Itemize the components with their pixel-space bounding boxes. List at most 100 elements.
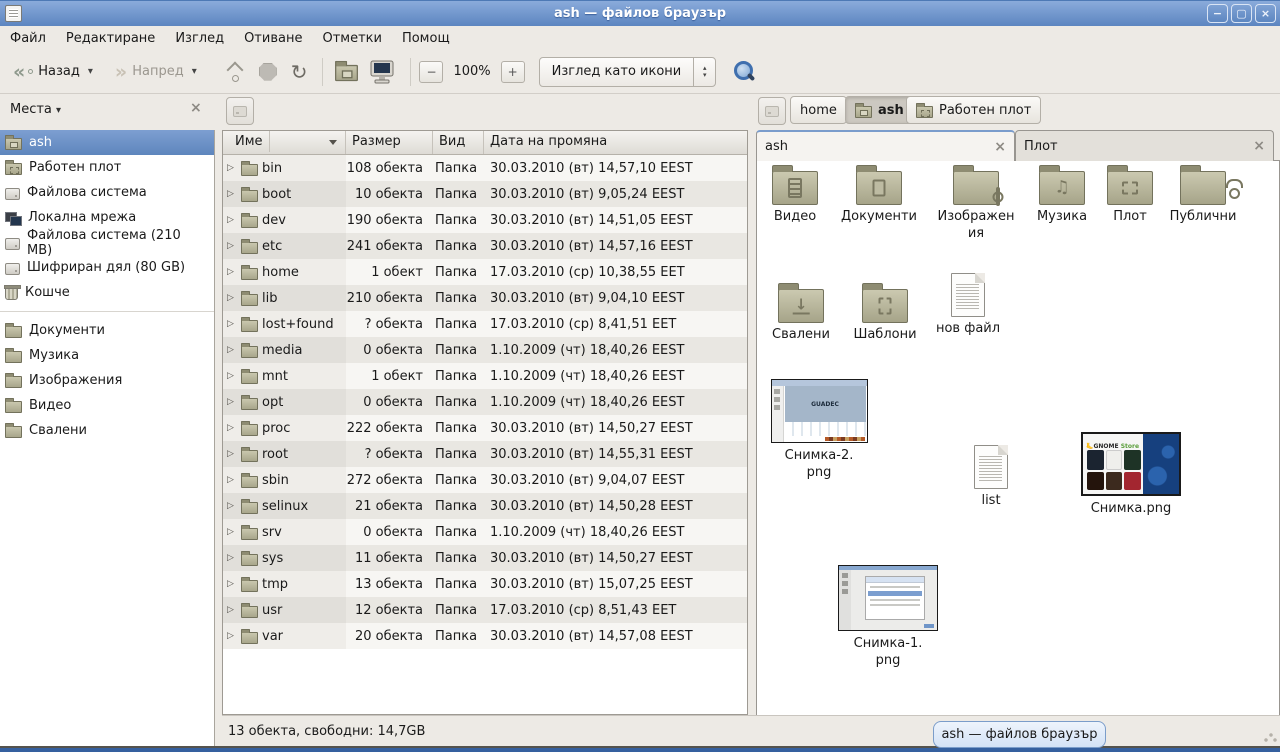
- back-dropdown-icon[interactable]: ▾: [88, 66, 93, 77]
- icon-public-folder[interactable]: Публични: [1160, 161, 1246, 225]
- table-row[interactable]: ▷selinux21 обектаПапка30.03.2010 (вт) 14…: [223, 493, 747, 519]
- table-row[interactable]: ▷usr12 обектаПапка17.03.2010 (ср) 8,51,4…: [223, 597, 747, 623]
- expander-icon[interactable]: ▷: [227, 579, 237, 589]
- search-button[interactable]: [732, 59, 756, 85]
- expander-icon[interactable]: ▷: [227, 267, 237, 277]
- places-dropdown-icon[interactable]: ▾: [56, 105, 61, 116]
- expander-icon[interactable]: ▷: [227, 293, 237, 303]
- table-row[interactable]: ▷mnt1 обектПапка1.10.2009 (чт) 18,40,26 …: [223, 363, 747, 389]
- sidebar-item-video[interactable]: Видео: [0, 393, 214, 418]
- expander-icon[interactable]: ▷: [227, 371, 237, 381]
- expander-icon[interactable]: ▷: [227, 345, 237, 355]
- icon-snimka1-png[interactable]: Снимка-1. png: [836, 565, 940, 669]
- expander-icon[interactable]: ▷: [227, 397, 237, 407]
- expander-icon[interactable]: ▷: [227, 449, 237, 459]
- expander-icon[interactable]: ▷: [227, 475, 237, 485]
- sidebar-item-pictures[interactable]: Изображения: [0, 368, 214, 393]
- pathbar-root-button[interactable]: [758, 97, 786, 125]
- taskbar-hint[interactable]: ash — файлов браузър: [933, 721, 1106, 748]
- tab-close-icon[interactable]: ×: [994, 139, 1006, 155]
- forward-button[interactable]: » Напред ▾: [108, 59, 204, 85]
- places-header[interactable]: Места ▾: [10, 102, 61, 117]
- left-pane-root-button[interactable]: [226, 97, 254, 125]
- table-row[interactable]: ▷opt0 обектаПапка1.10.2009 (чт) 18,40,26…: [223, 389, 747, 415]
- table-row[interactable]: ▷srv0 обектаПапка1.10.2009 (чт) 18,40,26…: [223, 519, 747, 545]
- pathbar-home-button[interactable]: home: [790, 96, 847, 124]
- icon-documents-folder[interactable]: Документи: [835, 161, 923, 225]
- icon-new-file[interactable]: нов файл: [925, 273, 1011, 337]
- pathbar-desktop-button[interactable]: Работен плот: [906, 96, 1041, 124]
- sidebar-item-encrypted[interactable]: Шифриран дял (80 GB): [0, 255, 214, 280]
- icon-desktop-folder[interactable]: Плот: [1092, 161, 1168, 225]
- combo-spinner-icon[interactable]: ▴▾: [693, 58, 715, 86]
- icon-snimka2-png[interactable]: GUADEC Снимка-2. png: [769, 379, 869, 481]
- table-row[interactable]: ▷proc222 обектаПапка30.03.2010 (вт) 14,5…: [223, 415, 747, 441]
- table-row[interactable]: ▷boot10 обектаПапка30.03.2010 (вт) 9,05,…: [223, 181, 747, 207]
- table-row[interactable]: ▷sbin272 обектаПапка30.03.2010 (вт) 9,04…: [223, 467, 747, 493]
- computer-button[interactable]: [362, 56, 402, 88]
- sidebar-item-music[interactable]: Музика: [0, 343, 214, 368]
- sidebar-item-filesystem[interactable]: Файлова система: [0, 180, 214, 205]
- expander-icon[interactable]: ▷: [227, 319, 237, 329]
- reload-button[interactable]: ↻: [284, 57, 315, 87]
- tab-ash[interactable]: ash ×: [756, 130, 1015, 161]
- table-row[interactable]: ▷var20 обектаПапка30.03.2010 (вт) 14,57,…: [223, 623, 747, 649]
- view-mode-combobox[interactable]: Изглед като икони ▴▾: [539, 57, 717, 87]
- icon-pictures-folder[interactable]: Изображен ия: [932, 161, 1020, 242]
- home-button[interactable]: [331, 60, 362, 83]
- table-row[interactable]: ▷tmp13 обектаПапка30.03.2010 (вт) 15,07,…: [223, 571, 747, 597]
- zoom-out-button[interactable]: −: [419, 61, 443, 83]
- up-button[interactable]: [218, 57, 252, 87]
- table-row[interactable]: ▷sys11 обектаПапка30.03.2010 (вт) 14,50,…: [223, 545, 747, 571]
- sidebar-item-downloads[interactable]: Свалени: [0, 418, 214, 443]
- pathbar-ash-button[interactable]: ash: [845, 96, 914, 124]
- sidebar-item-network[interactable]: Локална мрежа: [0, 205, 214, 230]
- column-header-type[interactable]: Вид: [433, 131, 484, 154]
- expander-icon[interactable]: ▷: [227, 163, 237, 173]
- maximize-button[interactable]: ▢: [1231, 4, 1252, 23]
- icon-video-folder[interactable]: Видео: [752, 161, 838, 225]
- icon-templates-folder[interactable]: Шаблони: [842, 279, 928, 343]
- icon-snimka-png[interactable]: 🦶GNOME Store Снимка.png: [1079, 432, 1183, 517]
- sidebar-item-trash[interactable]: Кошче: [0, 280, 214, 305]
- menu-go[interactable]: Отиване: [234, 28, 312, 49]
- back-button[interactable]: « Назад ▾: [6, 59, 100, 85]
- expander-icon[interactable]: ▷: [227, 605, 237, 615]
- close-button[interactable]: ×: [1255, 4, 1276, 23]
- expander-icon[interactable]: ▷: [227, 423, 237, 433]
- expander-icon[interactable]: ▷: [227, 631, 237, 641]
- column-header-size[interactable]: Размер: [346, 131, 433, 154]
- sidebar-item-desktop[interactable]: Работен плот: [0, 155, 214, 180]
- sidebar-item-documents[interactable]: Документи: [0, 318, 214, 343]
- table-row[interactable]: ▷etc241 обектаПапка30.03.2010 (вт) 14,57…: [223, 233, 747, 259]
- table-row[interactable]: ▷home1 обектПапка17.03.2010 (ср) 10,38,5…: [223, 259, 747, 285]
- icon-downloads-folder[interactable]: ↓ Свалени: [758, 279, 844, 343]
- table-row[interactable]: ▷lib210 обектаПапка30.03.2010 (вт) 9,04,…: [223, 285, 747, 311]
- tab-desktop[interactable]: Плот ×: [1015, 130, 1274, 161]
- expander-icon[interactable]: ▷: [227, 189, 237, 199]
- menu-help[interactable]: Помощ: [392, 28, 460, 49]
- places-close-button[interactable]: ×: [190, 100, 202, 116]
- expander-icon[interactable]: ▷: [227, 553, 237, 563]
- menu-view[interactable]: Изглед: [165, 28, 234, 49]
- resize-grip[interactable]: [1263, 729, 1277, 743]
- icon-canvas[interactable]: Видео Документи Изображен ия ♫ Музика Пл…: [756, 161, 1280, 716]
- sidebar-item-home[interactable]: ash: [0, 130, 214, 155]
- table-row[interactable]: ▷root? обектаПапка30.03.2010 (вт) 14,55,…: [223, 441, 747, 467]
- expander-icon[interactable]: ▷: [227, 241, 237, 251]
- column-header-name[interactable]: Име: [223, 131, 346, 154]
- table-row[interactable]: ▷dev190 обектаПапка30.03.2010 (вт) 14,51…: [223, 207, 747, 233]
- column-header-date[interactable]: Дата на промяна: [484, 131, 747, 154]
- table-row[interactable]: ▷media0 обектаПапка1.10.2009 (чт) 18,40,…: [223, 337, 747, 363]
- expander-icon[interactable]: ▷: [227, 527, 237, 537]
- menu-edit[interactable]: Редактиране: [56, 28, 165, 49]
- zoom-in-button[interactable]: +: [501, 61, 525, 83]
- table-row[interactable]: ▷lost+found? обектаПапка17.03.2010 (ср) …: [223, 311, 747, 337]
- sidebar-item-filesystem-210mb[interactable]: Файлова система (210 MB): [0, 230, 214, 255]
- menu-file[interactable]: Файл: [0, 28, 56, 49]
- menu-bookmarks[interactable]: Отметки: [312, 28, 391, 49]
- table-row[interactable]: ▷bin108 обектаПапка30.03.2010 (вт) 14,57…: [223, 155, 747, 181]
- tab-close-icon[interactable]: ×: [1253, 138, 1265, 154]
- expander-icon[interactable]: ▷: [227, 501, 237, 511]
- expander-icon[interactable]: ▷: [227, 215, 237, 225]
